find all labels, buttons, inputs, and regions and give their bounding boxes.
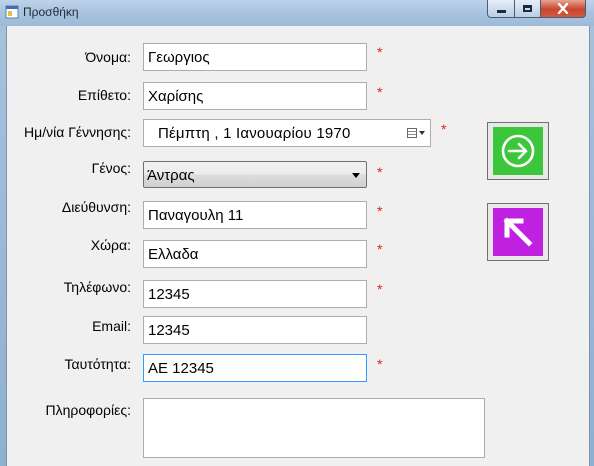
gender-label: Γένος: — [91, 160, 131, 176]
maximize-button[interactable] — [514, 0, 541, 18]
calendar-icon — [407, 128, 417, 138]
minimize-icon — [496, 10, 506, 13]
first-name-label: Όνομα: — [85, 49, 131, 65]
id-card-input[interactable]: ΑΕ 12345 — [143, 354, 367, 382]
close-icon — [557, 3, 569, 14]
required-marker: * — [377, 203, 383, 219]
first-name-input[interactable]: Γεωργιος — [143, 43, 367, 71]
birth-date-picker[interactable]: Πέμπτη , 1 Ιανουαρίου 1970 — [143, 119, 431, 147]
required-marker: * — [377, 356, 383, 372]
chevron-down-icon — [352, 173, 360, 178]
maximize-icon — [523, 5, 532, 12]
email-label: Email: — [92, 318, 131, 334]
last-name-label: Επίθετο: — [77, 87, 131, 103]
required-marker: * — [377, 281, 383, 297]
required-marker: * — [377, 164, 383, 180]
minimize-button[interactable] — [487, 0, 515, 18]
title-bar[interactable]: Προσθήκη — [0, 0, 594, 26]
close-button[interactable] — [540, 0, 586, 18]
submit-button-face — [493, 127, 543, 175]
window-title: Προσθήκη — [23, 5, 79, 19]
email-input[interactable]: 12345 — [143, 316, 367, 344]
calendar-dropdown-button[interactable] — [407, 126, 427, 140]
gender-select[interactable]: Άντρας — [143, 161, 367, 188]
id-card-label: Ταυτότητα: — [64, 356, 131, 372]
required-marker: * — [377, 241, 383, 257]
submit-button[interactable] — [487, 122, 549, 180]
last-name-input[interactable]: Χαρίσης — [143, 82, 367, 110]
birth-date-label: Ημ/νία Γέννησης: — [24, 124, 131, 140]
address-label: Διεύθυνση: — [61, 199, 131, 215]
app-icon — [5, 5, 19, 19]
gender-value: Άντρας — [147, 167, 195, 184]
chevron-down-icon — [419, 131, 425, 135]
arrow-right-circle-icon — [501, 134, 535, 168]
country-input[interactable]: Ελλαδα — [143, 240, 367, 268]
arrow-up-left-icon — [503, 217, 533, 247]
address-input[interactable]: Παναγουλη 11 — [143, 201, 367, 229]
required-marker: * — [377, 44, 383, 60]
required-marker: * — [377, 84, 383, 100]
window: Προσθήκη Όνομα: Επίθετο: Ημ/νία Γέννησης… — [0, 0, 594, 466]
birth-date-value: Πέμπτη , 1 Ιανουαρίου 1970 — [158, 125, 351, 142]
info-textarea[interactable] — [143, 398, 485, 458]
phone-input[interactable]: 12345 — [143, 280, 367, 308]
required-marker: * — [441, 121, 447, 137]
info-label: Πληροφορίες: — [45, 402, 131, 418]
country-label: Χώρα: — [90, 237, 131, 253]
back-button[interactable] — [487, 203, 549, 261]
back-button-face — [493, 208, 543, 256]
phone-label: Τηλέφωνο: — [63, 279, 131, 295]
